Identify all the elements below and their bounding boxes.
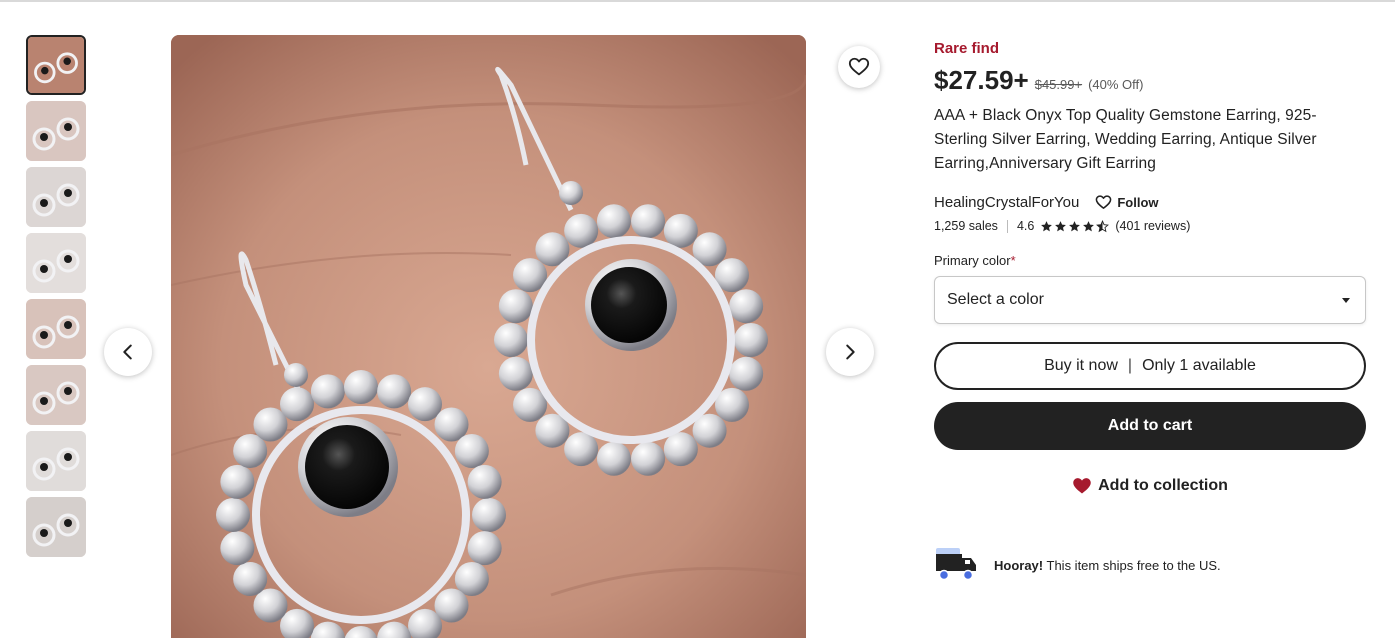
product-title: AAA + Black Onyx Top Quality Gemstone Ea… [934, 107, 1317, 172]
silver-bead [729, 356, 764, 391]
current-price: $27.59+ [934, 65, 1029, 95]
thumbnail-7[interactable] [26, 431, 86, 491]
buy-it-now-separator: | [1127, 357, 1133, 374]
thumbnail-image [26, 497, 86, 557]
heart-outline-icon [1095, 195, 1112, 209]
sales-count: 1,259 sales [934, 219, 998, 233]
primary-color-select[interactable]: Select a color [934, 276, 1366, 324]
truck-icon [936, 548, 976, 581]
star-full-icon [1069, 220, 1081, 231]
star-full-icon [1083, 220, 1095, 231]
product-info-panel: Rare find $27.59+ $45.99+ (40% Off) AAA … [934, 40, 1366, 584]
top-divider [0, 0, 1395, 4]
heart-filled-icon [1073, 478, 1091, 494]
primary-color-label-text: Primary color [934, 253, 1011, 268]
silver-bead [280, 387, 314, 422]
add-to-collection-button[interactable]: Add to collection [934, 474, 1366, 498]
shop-stats: 1,259 sales 4.6 (401 reviews) [934, 219, 1366, 233]
thumbnail-image [26, 299, 86, 359]
favorite-button[interactable] [838, 46, 880, 88]
silver-bead [631, 441, 666, 476]
follow-label: Follow [1117, 195, 1159, 210]
silver-bead [233, 562, 268, 596]
shipping-message-wrap: Hooray! This item ships free to the US. [994, 558, 1221, 573]
heart-outline-icon [848, 57, 870, 76]
silver-bead [663, 432, 698, 467]
thumbnail-image [28, 37, 84, 93]
shipping-highlight: Hooray! [994, 557, 1044, 573]
star-full-icon [1055, 220, 1067, 231]
availability-label: Only 1 available [1142, 357, 1256, 374]
earring-photo [171, 35, 806, 638]
silver-bead [498, 356, 533, 391]
thumbnail-image [26, 365, 86, 425]
thumbnail-strip [26, 35, 86, 563]
thumbnail-3[interactable] [26, 167, 86, 227]
silver-bead [467, 531, 502, 566]
caret-down-icon [1342, 298, 1350, 303]
add-to-cart-button[interactable]: Add to cart [934, 402, 1366, 450]
thumbnail-8[interactable] [26, 497, 86, 557]
stats-divider [1006, 219, 1008, 233]
silver-bead [631, 204, 666, 239]
main-product-image[interactable] [171, 35, 806, 638]
seller-row: HealingCrystalForYou Follow [934, 194, 1366, 211]
required-marker: * [1010, 253, 1016, 268]
silver-bead [377, 374, 412, 409]
star-full-icon [1041, 220, 1053, 231]
next-image-button[interactable] [826, 328, 874, 376]
silver-bead [220, 464, 255, 499]
silver-bead [729, 289, 764, 324]
silver-bead [220, 531, 255, 566]
star-half-icon [1096, 219, 1110, 232]
thumbnail-image [26, 233, 86, 293]
silver-bead [467, 464, 502, 499]
shipping-message: This item ships free to the US. [1046, 557, 1221, 573]
discount-label: (40% Off) [1088, 77, 1144, 92]
thumbnail-image [26, 167, 86, 227]
thumbnail-6[interactable] [26, 365, 86, 425]
rare-find-badge: Rare find [934, 40, 1000, 57]
thumbnail-5[interactable] [26, 299, 86, 359]
review-count-link[interactable]: (401 reviews) [1115, 219, 1190, 233]
add-to-collection-label: Add to collection [1098, 477, 1228, 494]
silver-bead [498, 289, 533, 324]
silver-bead [596, 441, 631, 476]
thumbnail-1[interactable] [26, 35, 86, 95]
chevron-right-icon [846, 344, 855, 360]
silver-bead [454, 434, 489, 468]
shop-name-link[interactable]: HealingCrystalForYou [934, 194, 1079, 211]
chevron-left-icon [123, 344, 132, 360]
silver-bead [344, 370, 378, 404]
price-row: $27.59+ $45.99+ (40% Off) [934, 65, 1366, 96]
rating-stars [1040, 219, 1110, 233]
silver-bead [564, 432, 599, 467]
thumbnail-image [26, 101, 86, 161]
follow-shop-button[interactable]: Follow [1095, 194, 1159, 211]
shipping-info: Hooray! This item ships free to the US. [934, 546, 1366, 584]
silver-bead [310, 374, 345, 409]
primary-color-label: Primary color* [934, 253, 1366, 268]
buy-it-now-label: Buy it now [1044, 357, 1118, 374]
silver-bead [472, 498, 506, 532]
rating-value: 4.6 [1016, 219, 1035, 233]
previous-image-button[interactable] [104, 328, 152, 376]
thumbnail-4[interactable] [26, 233, 86, 293]
silver-bead [734, 323, 768, 357]
silver-bead [494, 323, 528, 357]
thumbnail-2[interactable] [26, 101, 86, 161]
thumbnail-image [26, 431, 86, 491]
silver-bead [596, 204, 631, 239]
select-value: Select a color [947, 291, 1044, 308]
silver-bead [564, 213, 599, 248]
original-price: $45.99+ [1034, 77, 1083, 92]
buy-it-now-button[interactable]: Buy it now | Only 1 available [934, 342, 1366, 390]
silver-bead [663, 213, 698, 248]
silver-bead [216, 498, 250, 532]
